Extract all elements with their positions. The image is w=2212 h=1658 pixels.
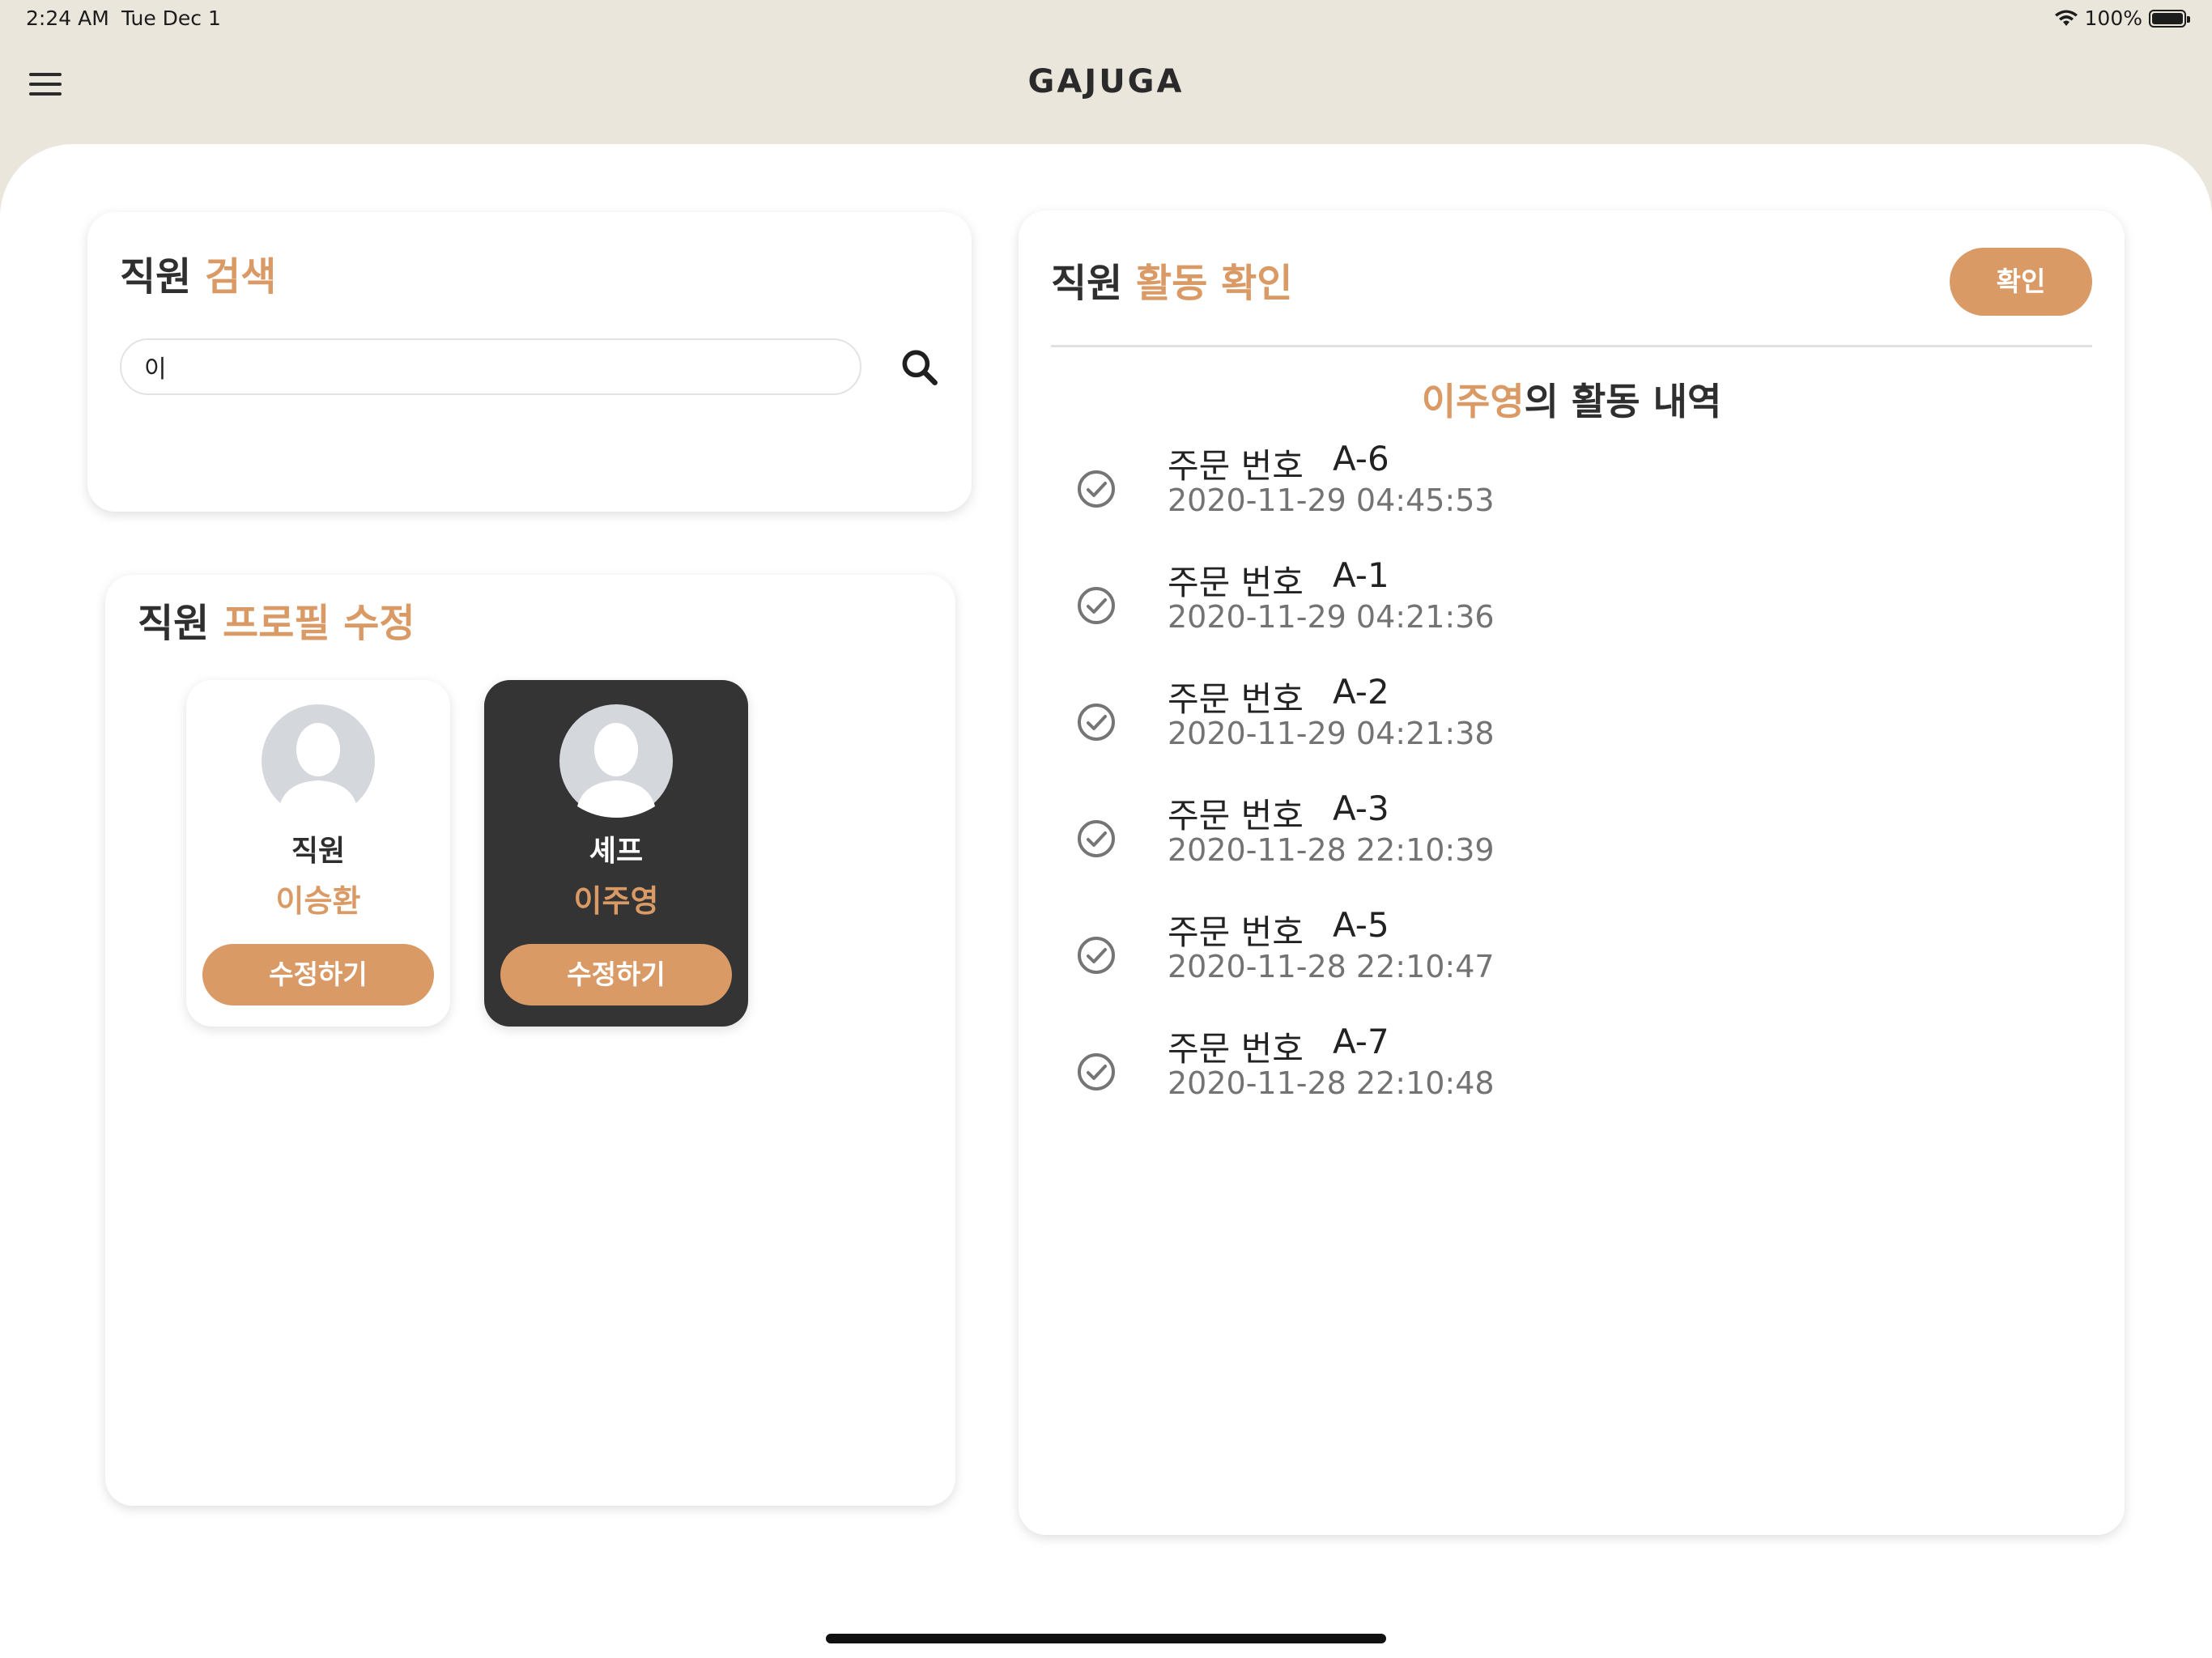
battery-icon xyxy=(2149,9,2190,28)
search-title-prefix: 직원 xyxy=(120,254,192,300)
employee-role: 직원 xyxy=(291,835,346,868)
activity-item: 주문 번호 A-7 2020-11-28 22:10:48 xyxy=(1019,1022,2125,1138)
activity-card-title: 직원 활동 확인 xyxy=(1051,251,1292,308)
order-timestamp: 2020-11-28 22:10:39 xyxy=(1168,832,1495,868)
home-indicator[interactable] xyxy=(826,1634,1386,1643)
order-label: 주문 번호 xyxy=(1168,679,1304,719)
order-timestamp: 2020-11-29 04:21:36 xyxy=(1168,599,1495,635)
order-label: 주문 번호 xyxy=(1168,1029,1304,1069)
order-timestamp: 2020-11-29 04:21:38 xyxy=(1168,716,1495,751)
order-timestamp: 2020-11-28 22:10:47 xyxy=(1168,949,1495,984)
check-circle-icon xyxy=(1078,704,1115,741)
activity-item: 주문 번호 A-1 2020-11-29 04:21:36 xyxy=(1019,555,2125,672)
order-label: 주문 번호 xyxy=(1168,912,1304,952)
employee-role: 셰프 xyxy=(589,835,644,868)
check-circle-icon xyxy=(1078,1053,1115,1090)
activity-history-title: 이주영의 활동 내역 xyxy=(1019,372,2125,426)
order-timestamp: 2020-11-28 22:10:48 xyxy=(1168,1065,1495,1101)
person-avatar-icon xyxy=(559,704,673,818)
battery-percent: 100% xyxy=(2084,6,2142,30)
status-right: 100% xyxy=(2054,6,2190,30)
employee-search-input[interactable] xyxy=(120,338,861,395)
content-sheet: 직원 검색 직원 프로필 수정 직원 이승환 수정하기 xyxy=(0,144,2212,1658)
order-number: A-5 xyxy=(1333,905,1389,945)
app-title: GAJUGA xyxy=(1027,63,1185,100)
search-title-accent: 검색 xyxy=(205,254,277,300)
employee-profile-card: 직원 프로필 수정 직원 이승환 수정하기 셰프 이주영 수정하기 xyxy=(105,575,955,1506)
employee-name: 이승환 xyxy=(275,883,361,919)
check-circle-icon xyxy=(1078,587,1115,624)
employee-card[interactable]: 직원 이승환 수정하기 xyxy=(186,680,450,1027)
search-icon[interactable] xyxy=(897,345,942,390)
divider xyxy=(1051,345,2092,347)
wifi-icon xyxy=(2054,10,2078,26)
search-card-title: 직원 검색 xyxy=(120,244,276,301)
employee-card-selected[interactable]: 셰프 이주영 수정하기 xyxy=(484,680,748,1027)
activity-list: 주문 번호 A-6 2020-11-29 04:45:53 주문 번호 A-1 … xyxy=(1019,439,2125,1138)
person-avatar-icon xyxy=(262,704,375,818)
app-bar: GAJUGA xyxy=(0,39,2212,144)
profile-card-title: 직원 프로필 수정 xyxy=(138,591,415,648)
activity-title-prefix: 직원 xyxy=(1051,261,1123,306)
employee-activity-card: 직원 활동 확인 확인 이주영의 활동 내역 주문 번호 A-6 2020-11… xyxy=(1019,210,2125,1535)
status-bar: 2:24 AM Tue Dec 1 100% xyxy=(0,0,2212,39)
order-label: 주문 번호 xyxy=(1168,563,1304,602)
history-employee-name: 이주영 xyxy=(1421,380,1525,423)
employee-search-card: 직원 검색 xyxy=(87,212,972,512)
order-number: A-6 xyxy=(1333,439,1389,478)
profile-title-accent: 프로필 수정 xyxy=(223,601,415,646)
check-circle-icon xyxy=(1078,937,1115,974)
activity-title-accent: 활동 확인 xyxy=(1136,261,1293,306)
edit-employee-button[interactable]: 수정하기 xyxy=(202,944,434,1005)
order-label: 주문 번호 xyxy=(1168,446,1304,486)
employee-name: 이주영 xyxy=(573,883,659,919)
order-label: 주문 번호 xyxy=(1168,796,1304,835)
activity-item: 주문 번호 A-6 2020-11-29 04:45:53 xyxy=(1019,439,2125,555)
check-circle-icon xyxy=(1078,820,1115,857)
order-number: A-1 xyxy=(1333,555,1389,595)
status-time: 2:24 AM xyxy=(26,6,109,30)
order-number: A-3 xyxy=(1333,789,1389,828)
activity-item: 주문 번호 A-2 2020-11-29 04:21:38 xyxy=(1019,672,2125,789)
activity-item: 주문 번호 A-5 2020-11-28 22:10:47 xyxy=(1019,905,2125,1022)
profile-title-prefix: 직원 xyxy=(138,601,210,646)
check-circle-icon xyxy=(1078,470,1115,508)
order-number: A-7 xyxy=(1333,1022,1389,1061)
activity-item: 주문 번호 A-3 2020-11-28 22:10:39 xyxy=(1019,789,2125,905)
status-date: Tue Dec 1 xyxy=(121,6,221,30)
order-timestamp: 2020-11-29 04:45:53 xyxy=(1168,483,1495,518)
edit-employee-button[interactable]: 수정하기 xyxy=(500,944,732,1005)
history-title-suffix: 의 활동 내역 xyxy=(1524,380,1722,423)
confirm-button[interactable]: 확인 xyxy=(1950,248,2092,316)
order-number: A-2 xyxy=(1333,672,1389,712)
